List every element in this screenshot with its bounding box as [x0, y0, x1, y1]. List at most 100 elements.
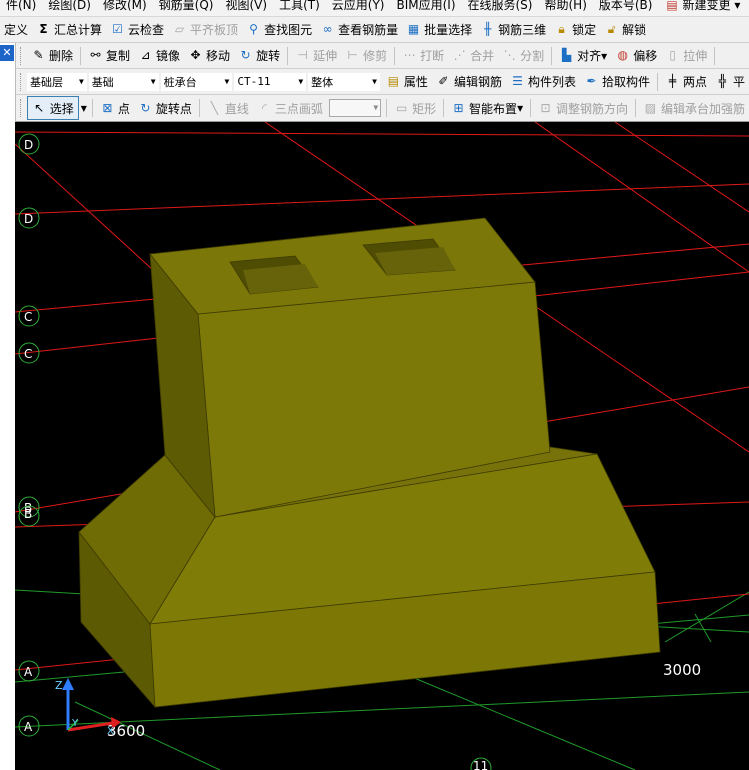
menu-file[interactable]: 件(N) — [0, 0, 42, 14]
rectangle-button[interactable]: ▭ 矩形 — [390, 97, 440, 119]
sigma-icon: Σ — [39, 22, 48, 36]
menu-rebar-qty[interactable]: 钢筋量(Q) — [153, 0, 220, 14]
line-icon: ╲ — [210, 100, 218, 115]
copy-button[interactable]: ⚯ 复制 — [84, 45, 134, 67]
select-dropdown[interactable]: ▼ — [79, 97, 89, 119]
copy-icon: ⚯ — [90, 48, 101, 62]
define-button[interactable]: 定义 — [0, 19, 32, 41]
separator — [530, 99, 532, 117]
adjust-direction-icon: ⊡ — [540, 100, 551, 115]
toolbar-grip[interactable] — [20, 46, 24, 65]
split-icon: ⋱ — [503, 48, 516, 62]
lock-icon: 🔒︎ — [558, 22, 565, 36]
chevron-down-icon: ▼ — [224, 76, 230, 86]
point-icon: ⊠ — [102, 100, 113, 115]
axis-label-d2: D — [24, 212, 33, 226]
rotate-point-button[interactable]: ↻ 旋转点 — [134, 97, 196, 119]
select-button[interactable]: ↖ 选择 — [26, 96, 79, 120]
line-button[interactable]: ╲ 直线 — [203, 97, 253, 119]
arc-mode-select[interactable]: ▼ — [328, 99, 382, 117]
menu-help[interactable]: 帮助(H) — [538, 0, 592, 14]
extend-button[interactable]: ⊣ 延伸 — [291, 45, 341, 67]
adjust-rebar-dir-button[interactable]: ⊡ 调整钢筋方向 — [534, 97, 632, 119]
chevron-down-icon: ▼ — [373, 103, 379, 112]
delete-button[interactable]: ✎ 删除 — [27, 45, 77, 67]
axis-label-c2: C — [24, 347, 32, 361]
separator — [635, 99, 636, 117]
edit-rebar-icon: ✐ — [438, 74, 449, 88]
break-icon: ⋯ — [403, 48, 416, 62]
menu-modify[interactable]: 修改(M) — [97, 0, 153, 14]
menu-tools[interactable]: 工具(T) — [273, 0, 326, 14]
toolbar-grip[interactable] — [20, 99, 24, 117]
list-icon: ☰ — [512, 74, 523, 88]
component-toolbar: 基础层 ▼ 基础 ▼ 桩承台 ▼ CT-11 ▼ 整体 ▼ ▤ 属性 ✐ 编辑钢筋 ☰ 构件列表… — [0, 69, 749, 95]
cursor-icon: ↖ — [34, 100, 45, 115]
three-point-arc-button[interactable]: ◜ 三点画弧 — [253, 97, 327, 119]
merge-button[interactable]: ⋰ 合并 — [448, 45, 498, 67]
flush-slab-button[interactable]: ▱ 平齐板顶 — [168, 19, 242, 41]
menu-view[interactable]: 视图(V) — [219, 0, 273, 14]
batch-select-button[interactable]: ▦ 批量选择 — [402, 19, 476, 41]
cloud-check-button[interactable]: ☑ 云检查 — [106, 19, 168, 41]
smart-layout-button[interactable]: ⊞ 智能布置 ▾ — [447, 97, 527, 119]
axis-label-d1: D — [24, 138, 33, 152]
summary-calc-button[interactable]: Σ 汇总计算 — [32, 19, 106, 41]
mirror-button[interactable]: ⊿ 镜像 — [134, 45, 184, 67]
properties-icon: ▤ — [387, 74, 400, 88]
align-icon: ▙ — [562, 48, 572, 62]
chevron-down-icon: ▼ — [78, 76, 84, 86]
extend-icon: ⊣ — [297, 48, 308, 62]
component-list-button[interactable]: ☰ 构件列表 — [506, 71, 580, 93]
trim-button[interactable]: ⊢ 修剪 — [341, 45, 391, 67]
move-button[interactable]: ✥ 移动 — [184, 45, 234, 67]
axis-label-a2: A — [24, 720, 33, 734]
two-points-button[interactable]: ╪ 两点 — [661, 71, 711, 93]
mirror-icon: ⊿ — [140, 48, 151, 62]
rebar-3d-button[interactable]: ╫ 钢筋三维 — [476, 19, 550, 41]
menu-draw[interactable]: 绘图(D) — [42, 0, 97, 14]
scope-select[interactable]: 整体 ▼ — [308, 72, 380, 91]
separator — [91, 99, 93, 117]
find-element-button[interactable]: ⚲ 查找图元 — [242, 19, 316, 41]
separator — [287, 46, 289, 65]
parallel-icon: ╬ — [718, 74, 727, 88]
category-select[interactable]: 基础 ▼ — [88, 72, 159, 91]
axis-x-label: X — [107, 726, 114, 737]
parallel-button[interactable]: ╬ 平 — [711, 71, 749, 93]
menu-version[interactable]: 版本号(B) — [593, 0, 659, 14]
rotate-button[interactable]: ↻ 旋转 — [234, 45, 284, 67]
unlock-button[interactable]: 🔓︎ 解锁 — [600, 19, 650, 41]
view-rebar-qty-button[interactable]: ∞ 查看钢筋量 — [316, 19, 402, 41]
close-icon[interactable]: ✕ — [0, 45, 14, 61]
edit-rebar-button[interactable]: ✐ 编辑钢筋 — [432, 71, 506, 93]
offset-button[interactable]: ◍ 偏移 — [611, 45, 661, 67]
separator — [198, 99, 200, 117]
3d-viewport[interactable]: D D C C B B A A 11 3000 3600 Z Y X — [15, 122, 749, 770]
component-type-select[interactable]: 桩承台 ▼ — [160, 72, 233, 91]
eraser-icon: ✎ — [33, 48, 44, 62]
flush-slab-icon: ▱ — [174, 22, 185, 36]
binoculars-icon: ⚲ — [249, 22, 258, 36]
menu-bar: 件(N) 绘图(D) 修改(M) 钢筋量(Q) 视图(V) 工具(T) 云应用(… — [0, 0, 749, 17]
component-name-select[interactable]: CT-11 ▼ — [234, 72, 307, 91]
glasses-icon: ∞ — [322, 22, 333, 36]
stretch-button[interactable]: ▯ 拉伸 — [661, 45, 711, 67]
split-button[interactable]: ⋱ 分割 — [498, 45, 548, 67]
lock-button[interactable]: 🔒︎ 锁定 — [550, 19, 600, 41]
pick-component-button[interactable]: ✒ 拾取构件 — [580, 71, 654, 93]
floor-select[interactable]: 基础层 ▼ — [26, 72, 87, 91]
menu-new-change[interactable]: ▤ 新建变更 ▾ — [658, 0, 746, 14]
break-button[interactable]: ⋯ 打断 — [398, 45, 448, 67]
edit-cap-rebar-button[interactable]: ▨ 编辑承台加强筋 — [639, 97, 749, 119]
menu-bim[interactable]: BIM应用(I) — [390, 0, 461, 14]
align-button[interactable]: ▙ 对齐 ▾ — [555, 45, 611, 67]
menu-online[interactable]: 在线服务(S) — [462, 0, 539, 14]
point-button[interactable]: ⊠ 点 — [96, 97, 134, 119]
properties-button[interactable]: ▤ 属性 — [382, 71, 432, 93]
menu-cloud[interactable]: 云应用(Y) — [326, 0, 391, 14]
toolbar-grip[interactable] — [20, 72, 24, 91]
arc-icon: ◜ — [262, 100, 267, 115]
rectangle-icon: ▭ — [395, 100, 408, 115]
viewport-canvas[interactable]: D D C C B B A A 11 3000 3600 Z Y X — [15, 122, 749, 770]
